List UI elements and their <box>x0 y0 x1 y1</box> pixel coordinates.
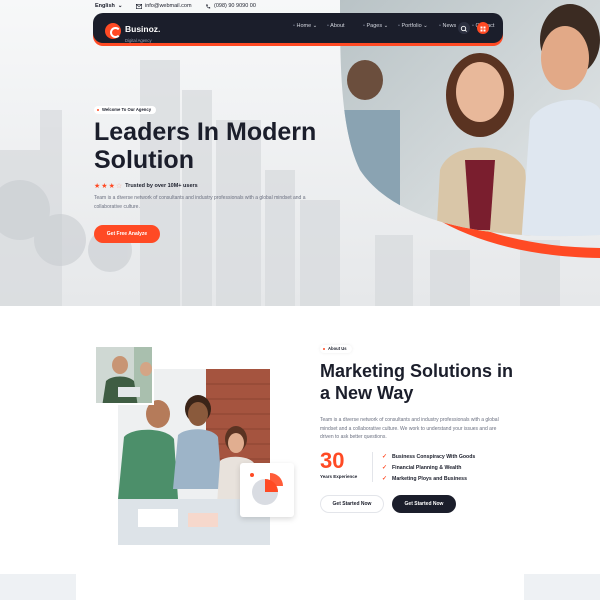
star-icon: ★ <box>101 183 108 190</box>
star-outline-icon: ☆ <box>115 183 123 190</box>
chevron-down-icon: ⌄ <box>117 3 123 9</box>
feature-checklist: ✓ Business Conspiracy With Goods ✓ Finan… <box>382 451 475 484</box>
check-icon: ✓ <box>382 454 388 460</box>
phone-contact[interactable]: (098) 90 9090 00 <box>205 3 256 9</box>
star-icon: ★ <box>94 183 101 190</box>
checklist-item: ✓ Business Conspiracy With Goods <box>382 451 475 462</box>
star-icon: ★ <box>108 183 115 190</box>
nav-item-news[interactable]: News <box>439 23 456 29</box>
get-free-analyze-button[interactable]: Get Free Analyze <box>94 225 160 243</box>
about-title: Marketing Solutions in a New Way <box>320 361 514 403</box>
check-icon: ✓ <box>382 465 388 471</box>
search-button[interactable] <box>458 22 470 34</box>
pie-chart-icon <box>250 473 283 505</box>
about-section <box>0 306 600 576</box>
language-selector[interactable]: English ⌄ <box>95 3 122 9</box>
nav-item-portfolio[interactable]: Portfolio ⌄ <box>398 23 427 29</box>
experience-counter: 30 Years Experience <box>320 448 372 480</box>
vertical-divider <box>372 452 373 482</box>
phone-icon <box>206 3 211 9</box>
check-icon: ✓ <box>382 476 388 482</box>
email-text: info@webmail.com <box>145 3 192 9</box>
counter-value: 30 <box>320 448 345 473</box>
get-started-button[interactable]: Get Started Now <box>392 495 456 513</box>
email-contact[interactable]: info@webmail.com <box>136 3 192 9</box>
about-description: Team is a diverse network of consultants… <box>320 417 499 440</box>
checklist-item-label: Business Conspiracy With Goods <box>392 453 476 460</box>
trusted-text: Trusted by over 10M+ users <box>125 183 198 189</box>
hero-section: English ⌄ info@webmail.com (098) 90 9090… <box>0 0 600 306</box>
main-navbar: Businoz. Digital Agency Home ⌄ About Pag… <box>93 13 503 43</box>
brand-name: Businoz. <box>125 24 161 34</box>
nav-item-about[interactable]: About <box>327 23 344 29</box>
pie-chart-card <box>240 463 294 517</box>
search-icon <box>460 25 467 32</box>
get-started-outline-button[interactable]: Get Started Now <box>320 495 384 513</box>
checklist-item-label: Financial Planning & Wealth <box>392 464 462 471</box>
next-section-card <box>76 574 524 600</box>
brand-tagline: Digital Agency <box>125 38 152 43</box>
phone-text: (098) 90 9090 00 <box>214 3 256 9</box>
hero-badge: Welcome To Our Agency <box>94 106 157 114</box>
nav-item-home[interactable]: Home ⌄ <box>293 23 317 29</box>
hero-description: Team is a diverse network of consultants… <box>94 195 306 210</box>
nav-item-pages[interactable]: Pages ⌄ <box>363 23 388 29</box>
rating-row: ★ ★ ★ ☆ Trusted by over 10M+ users <box>94 182 198 190</box>
hero-title: Leaders In Modern Solution <box>94 118 317 174</box>
checklist-item: ✓ Marketing Ploys and Business <box>382 473 475 484</box>
grid-icon <box>480 26 486 32</box>
checklist-item-label: Marketing Ploys and Business <box>392 475 467 482</box>
mail-icon <box>136 3 142 9</box>
checklist-item: ✓ Financial Planning & Wealth <box>382 462 475 473</box>
language-label: English <box>95 3 115 9</box>
about-badge: About Us <box>320 345 352 353</box>
logo[interactable]: Businoz. Digital Agency <box>105 19 160 43</box>
counter-label: Years Experience <box>320 474 358 479</box>
about-small-photo <box>94 345 154 405</box>
logo-mark-icon <box>105 23 121 39</box>
menu-grid-button[interactable] <box>477 22 489 34</box>
